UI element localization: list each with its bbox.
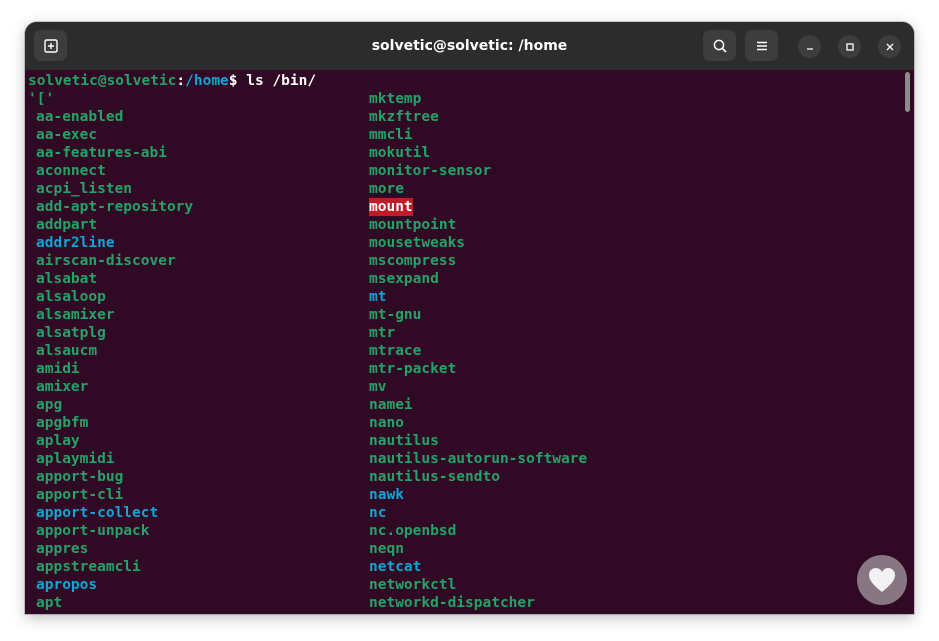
file-entry-right: nautilus-autorun-software: [369, 451, 588, 467]
listing-column-left: '[' aa-enabled aa-exec aa-features-abi aconn…: [28, 90, 194, 612]
file-entry-right: mscompress: [369, 253, 457, 269]
file-entry-left: amidi: [36, 361, 80, 377]
file-entry-right: mkzftree: [369, 109, 439, 125]
file-entry-left: amixer: [36, 379, 89, 395]
file-entry-left: aplay: [36, 433, 80, 449]
file-entry-right: mount: [369, 198, 413, 216]
file-entry-right: mt: [369, 289, 387, 305]
file-entry-left: aconnect: [36, 163, 106, 179]
file-entry-right: nc.openbsd: [369, 523, 457, 539]
hamburger-menu-icon: [756, 41, 767, 50]
file-entry-left: alsaloop: [36, 289, 106, 305]
search-button[interactable]: [703, 30, 736, 61]
file-entry-right: mktemp: [369, 91, 422, 107]
file-entry-left: apgbfm: [36, 415, 89, 431]
file-entry-left: apport-collect: [36, 505, 159, 521]
file-entry-right: mousetweaks: [369, 235, 466, 251]
file-entry-left: addpart: [36, 217, 98, 233]
command-text: ls /bin/: [237, 73, 317, 89]
file-entry-right: mt-gnu: [369, 307, 422, 323]
file-entry-right: mtr: [369, 325, 396, 341]
file-entry-left: alsatplg: [36, 325, 106, 341]
listing-column-right: mktemp mkzftree mmcli mokutil monitor-sensor…: [369, 90, 587, 612]
file-entry-right: mountpoint: [369, 217, 457, 233]
maximize-icon: [845, 42, 854, 51]
file-entry-right: mv: [369, 379, 387, 395]
watermark-logo: [857, 555, 907, 605]
file-entry-left: appres: [36, 541, 89, 557]
prompt-separator: :: [176, 73, 186, 89]
file-entry-left: addr2line: [36, 235, 115, 251]
file-entry-left: apt: [36, 595, 63, 611]
file-entry-right: networkctl: [369, 577, 457, 593]
file-entry-left: apport-unpack: [36, 523, 150, 539]
file-entry-left: alsabat: [36, 271, 98, 287]
file-entry-right: networkd-dispatcher: [369, 595, 535, 611]
minimize-button[interactable]: [798, 35, 821, 58]
scrollbar-thumb[interactable]: [905, 72, 910, 112]
file-entry-right: nautilus-sendto: [369, 469, 500, 485]
file-entry-left: '[': [28, 91, 55, 107]
file-entry-left: aa-exec: [36, 127, 98, 143]
prompt-path: /home: [185, 73, 229, 89]
file-entry-right: netcat: [369, 559, 422, 575]
menu-button[interactable]: [745, 30, 778, 61]
title-bar: solvetic@solvetic: /home: [25, 22, 914, 70]
file-entry-right: mmcli: [369, 127, 413, 143]
file-entry-left: aa-features-abi: [36, 145, 167, 161]
terminal-window: solvetic@solvetic: /home solvetic@solvet…: [25, 22, 914, 614]
maximize-button[interactable]: [838, 35, 861, 58]
file-entry-right: mtr-packet: [369, 361, 457, 377]
file-entry-right: nawk: [369, 487, 404, 503]
file-entry-left: apg: [36, 397, 63, 413]
file-entry-left: airscan-discover: [36, 253, 176, 269]
file-entry-left: alsaucm: [36, 343, 98, 359]
file-entry-left: apport-bug: [36, 469, 124, 485]
file-entry-left: aplaymidi: [36, 451, 115, 467]
window-title: solvetic@solvetic: /home: [371, 38, 568, 54]
file-entry-right: monitor-sensor: [369, 163, 492, 179]
file-entry-right: nautilus: [369, 433, 439, 449]
minimize-icon: [806, 47, 813, 50]
file-entry-right: nc: [369, 505, 387, 521]
file-entry-left: apport-cli: [36, 487, 124, 503]
file-entry-right: msexpand: [369, 271, 439, 287]
new-tab-button[interactable]: [34, 30, 67, 61]
search-icon: [713, 39, 727, 53]
file-entry-left: acpi_listen: [36, 181, 133, 197]
file-entry-right: nano: [369, 415, 404, 431]
file-entry-right: mokutil: [369, 145, 431, 161]
prompt-line: solvetic@solvetic:/home$ ls /bin/: [28, 72, 316, 90]
terminal-output[interactable]: solvetic@solvetic:/home$ ls /bin/ '[' aa-…: [25, 70, 903, 614]
file-entry-left: add-apt-repository: [36, 199, 194, 215]
file-entry-right: more: [369, 181, 404, 197]
heart-logo-icon: [869, 568, 895, 592]
file-entry-left: appstreamcli: [36, 559, 141, 575]
new-tab-icon: [43, 38, 58, 53]
file-entry-right: mtrace: [369, 343, 422, 359]
file-entry-left: alsamixer: [36, 307, 115, 323]
prompt-dollar: $: [228, 73, 238, 89]
file-entry-left: aa-enabled: [36, 109, 124, 125]
close-icon: [886, 43, 893, 50]
file-entry-right: namei: [369, 397, 413, 413]
file-entry-left: apropos: [36, 577, 98, 593]
close-button[interactable]: [878, 35, 901, 58]
file-entry-right: neqn: [369, 541, 404, 557]
prompt-user-host: solvetic@solvetic: [28, 73, 177, 89]
